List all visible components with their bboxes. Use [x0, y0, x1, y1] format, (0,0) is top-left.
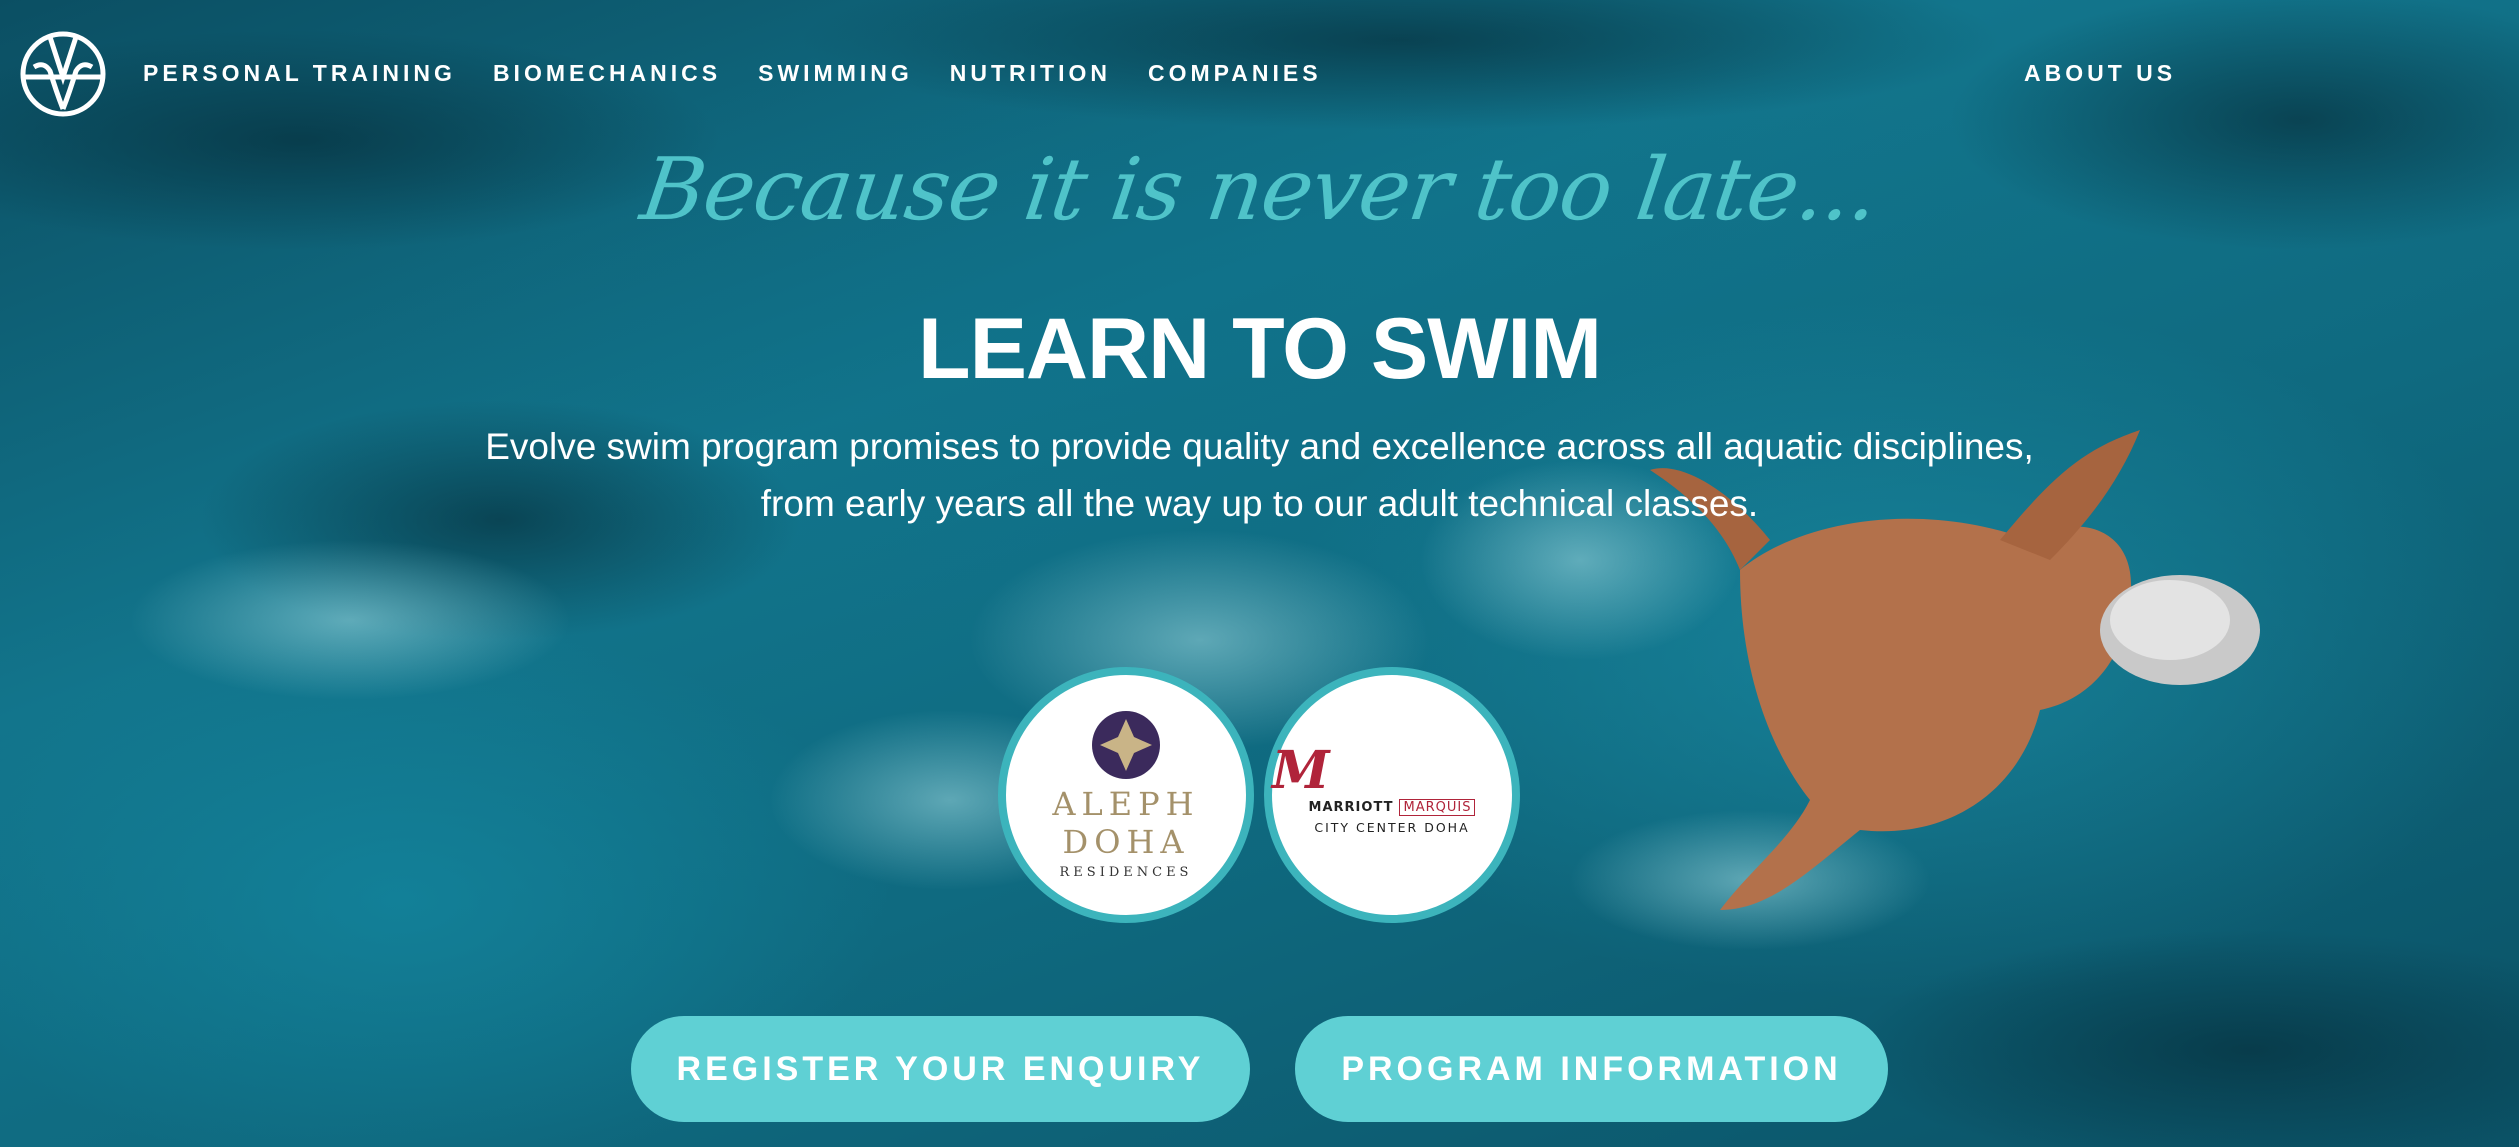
nav-nutrition[interactable]: NUTRITION [950, 60, 1111, 87]
marriott-city: CITY CENTER DOHA [1314, 820, 1470, 835]
nav-personal-training[interactable]: PERSONAL TRAINING [143, 60, 456, 87]
partner-logo-aleph-doha[interactable]: ALEPH DOHA RESIDENCES [998, 667, 1254, 923]
marriott-m-icon: M [1272, 740, 1330, 801]
partner-logo-marriott-marquis[interactable]: M MARRIOTT MARQUIS CITY CENTER DOHA [1264, 667, 1520, 923]
marriott-word: MARRIOTT [1308, 800, 1394, 815]
nav-swimming[interactable]: SWIMMING [758, 60, 913, 87]
aleph-subtitle: RESIDENCES [1059, 864, 1193, 880]
aleph-star-icon [1092, 710, 1160, 779]
main-navigation: PERSONAL TRAINING BIOMECHANICS SWIMMING … [143, 60, 1359, 87]
evolve-logo-icon[interactable] [20, 31, 106, 117]
program-information-button[interactable]: PROGRAM INFORMATION [1295, 1016, 1888, 1122]
hero-description-line-1: Evolve swim program promises to provide … [485, 426, 2034, 467]
aleph-name-line-2: DOHA [1062, 822, 1190, 861]
marriott-wordmark: MARRIOTT MARQUIS [1309, 799, 1476, 816]
aleph-name-line-1: ALEPH [1052, 784, 1200, 823]
hero-tagline: Because it is never too late... [635, 140, 1884, 240]
hero-description: Evolve swim program promises to provide … [0, 418, 2519, 532]
nav-about-us[interactable]: ABOUT US [2024, 60, 2176, 87]
nav-companies[interactable]: COMPANIES [1148, 60, 1322, 87]
nav-biomechanics[interactable]: BIOMECHANICS [493, 60, 721, 87]
marriott-marquis-box: MARQUIS [1399, 799, 1476, 816]
hero-headline: LEARN TO SWIM [918, 301, 1602, 397]
register-enquiry-button[interactable]: REGISTER YOUR ENQUIRY [631, 1016, 1250, 1122]
hero-description-line-2: from early years all the way up to our a… [760, 483, 1759, 524]
